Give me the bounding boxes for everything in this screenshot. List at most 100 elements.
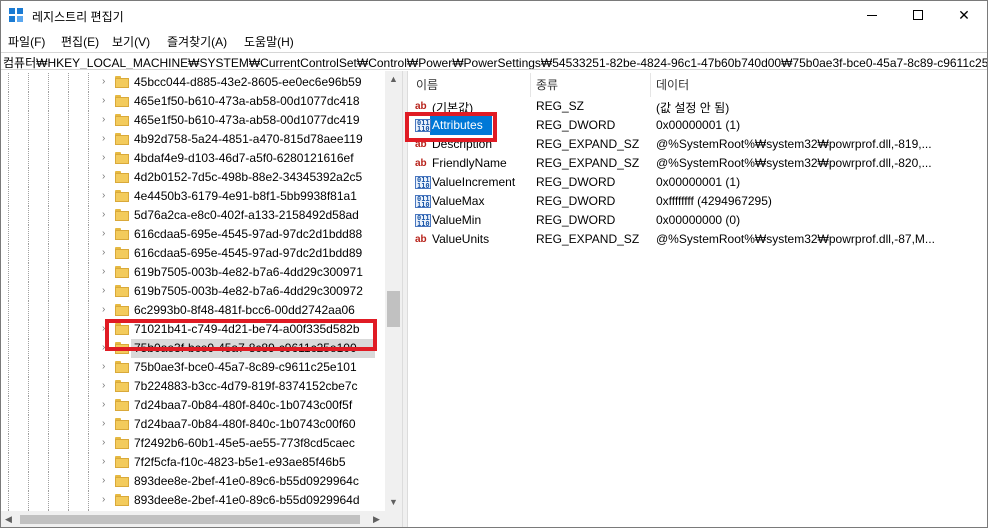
column-header-type[interactable]: 종류 [536, 76, 558, 93]
tree-item[interactable]: › 7f2f5cfa-f10c-4823-b5e1-e93ae85f46b5 [0, 453, 385, 472]
tree-item-label: 7b224883-b3cc-4d79-819f-8374152cbe7c [134, 379, 358, 393]
tree-item[interactable]: › 7f2492b6-60b1-45e5-ae55-773f8cd5caec [0, 434, 385, 453]
value-type: REG_DWORD [536, 175, 616, 189]
tree-item[interactable]: › 4bdaf4e9-d103-46d7-a5f0-6280121616ef [0, 149, 385, 168]
tree-guide-line [68, 282, 69, 301]
tree-vertical-scrollbar[interactable]: ▲ ▼ [385, 71, 402, 511]
tree-item[interactable]: › 465e1f50-b610-473a-ab58-00d1077dc418 [0, 92, 385, 111]
address-bar[interactable]: 컴퓨터₩HKEY_LOCAL_MACHINE₩SYSTEM₩CurrentCon… [0, 52, 988, 70]
menu-file[interactable]: 파일(F) [8, 33, 45, 50]
tree-item[interactable]: › 465e1f50-b610-473a-ab58-00d1077dc419 [0, 111, 385, 130]
maximize-button[interactable] [895, 0, 941, 30]
tree-item[interactable]: › 7d24baa7-0b84-480f-840c-1b0743c00f60 [0, 415, 385, 434]
tree-guide-line [48, 244, 49, 263]
tree-item[interactable]: › 4b92d758-5a24-4851-a470-815d78aee119 [0, 130, 385, 149]
chevron-right-icon[interactable]: › [102, 305, 110, 315]
tree-guide-line [88, 263, 89, 282]
chevron-right-icon[interactable]: › [102, 77, 110, 87]
value-row[interactable]: ab ValueUnits REG_EXPAND_SZ @%SystemRoot%₩s… [408, 230, 988, 249]
chevron-right-icon[interactable]: › [102, 457, 110, 467]
tree-item[interactable]: › 4d2b0152-7d5c-498b-88e2-34345392a2c5 [0, 168, 385, 187]
menu-view[interactable]: 보기(V) [112, 33, 150, 50]
menu-help[interactable]: 도움말(H) [244, 33, 294, 50]
tree-item[interactable]: › 616cdaa5-695e-4545-97ad-97dc2d1bdd89 [0, 244, 385, 263]
key-tree-pane[interactable]: › 45bcc044-d885-43e2-8605-ee0ec6e96b59 › 46… [0, 71, 402, 511]
tree-item[interactable]: › 7d24baa7-0b84-480f-840c-1b0743c00f5f [0, 396, 385, 415]
column-header-data[interactable]: 데이터 [656, 76, 689, 93]
scroll-up-icon[interactable]: ▲ [385, 71, 402, 88]
chevron-right-icon[interactable]: › [102, 286, 110, 296]
chevron-right-icon[interactable]: › [102, 229, 110, 239]
chevron-right-icon[interactable]: › [102, 96, 110, 106]
chevron-right-icon[interactable]: › [102, 191, 110, 201]
chevron-right-icon[interactable]: › [102, 248, 110, 258]
tree-item[interactable]: › 619b7505-003b-4e82-b7a6-4dd29c300972 [0, 282, 385, 301]
column-header-name[interactable]: 이름 [416, 76, 438, 93]
chevron-right-icon[interactable]: › [102, 495, 110, 505]
tree-guide-line [88, 73, 89, 92]
tree-item[interactable]: › 45bcc044-d885-43e2-8605-ee0ec6e96b59 [0, 73, 385, 92]
menu-edit[interactable]: 편집(E) [61, 33, 99, 50]
tree-item[interactable]: › 616cdaa5-695e-4545-97ad-97dc2d1bdd88 [0, 225, 385, 244]
address-path[interactable]: 컴퓨터₩HKEY_LOCAL_MACHINE₩SYSTEM₩CurrentCon… [3, 54, 988, 69]
tree-guide-line [28, 339, 29, 358]
chevron-right-icon[interactable]: › [102, 476, 110, 486]
tree-guide-line [68, 244, 69, 263]
scroll-left-icon[interactable]: ◀ [0, 511, 17, 528]
menu-favorites[interactable]: 즐겨찾기(A) [167, 33, 227, 50]
chevron-right-icon[interactable]: › [102, 381, 110, 391]
value-row[interactable]: 011 110 ValueMax REG_DWORD 0xffffffff (42949… [408, 192, 988, 211]
chevron-right-icon[interactable]: › [102, 172, 110, 182]
tree-guide-line [48, 415, 49, 434]
chevron-right-icon[interactable]: › [102, 134, 110, 144]
tree-item[interactable]: › 619b7505-003b-4e82-b7a6-4dd29c300971 [0, 263, 385, 282]
tree-guide-line [88, 149, 89, 168]
chevron-right-icon[interactable]: › [102, 400, 110, 410]
close-button[interactable]: ✕ [941, 0, 987, 30]
tree-item[interactable]: › 7b224883-b3cc-4d79-819f-8374152cbe7c [0, 377, 385, 396]
tree-item-label: 4e4450b3-6179-4e91-b8f1-5bb9938f81a1 [134, 189, 357, 203]
chevron-right-icon[interactable]: › [102, 115, 110, 125]
tree-guide-line [48, 453, 49, 472]
minimize-button[interactable] [849, 0, 895, 30]
folder-icon [115, 266, 129, 278]
tree-guide-line [8, 282, 9, 301]
tree-guide-line [88, 282, 89, 301]
chevron-right-icon[interactable]: › [102, 362, 110, 372]
tree-guide-line [28, 377, 29, 396]
folder-icon [115, 171, 129, 183]
column-divider[interactable] [530, 73, 531, 97]
scroll-down-icon[interactable]: ▼ [385, 494, 402, 511]
tree-guide-line [88, 225, 89, 244]
value-row[interactable]: ab FriendlyName REG_EXPAND_SZ @%SystemRoot%… [408, 154, 988, 173]
tree-guide-line [8, 168, 9, 187]
chevron-right-icon[interactable]: › [102, 210, 110, 220]
tree-item[interactable]: › 893dee8e-2bef-41e0-89c6-b55d0929964d [0, 491, 385, 510]
tree-hscroll-thumb[interactable] [20, 515, 360, 524]
column-divider[interactable] [650, 73, 651, 97]
tree-guide-line [88, 415, 89, 434]
folder-icon [115, 475, 129, 487]
tree-item[interactable]: › 75b0ae3f-bce0-45a7-8c89-c9611c25e101 [0, 358, 385, 377]
tree-item-label: 893dee8e-2bef-41e0-89c6-b55d0929964c [134, 474, 359, 488]
tree-guide-line [8, 244, 9, 263]
tree-item-label: 7d24baa7-0b84-480f-840c-1b0743c00f60 [134, 417, 356, 431]
chevron-right-icon[interactable]: › [102, 419, 110, 429]
scroll-right-icon[interactable]: ▶ [368, 511, 385, 528]
chevron-right-icon[interactable]: › [102, 153, 110, 163]
tree-item[interactable]: › 6c2993b0-8f48-481f-bcc6-00dd2742aa06 [0, 301, 385, 320]
tree-guide-line [28, 301, 29, 320]
chevron-right-icon[interactable]: › [102, 438, 110, 448]
tree-item[interactable]: › 5d76a2ca-e8c0-402f-a133-2158492d58ad [0, 206, 385, 225]
chevron-right-icon[interactable]: › [102, 267, 110, 277]
tree-horizontal-scrollbar[interactable]: ◀ ▶ [0, 511, 402, 528]
tree-item[interactable]: › 4e4450b3-6179-4e91-b8f1-5bb9938f81a1 [0, 187, 385, 206]
tree-guide-line [28, 92, 29, 111]
tree-item[interactable]: › 893dee8e-2bef-41e0-89c6-b55d0929964c [0, 472, 385, 491]
value-row[interactable]: 011 110 ValueMin REG_DWORD 0x00000000 (0) [408, 211, 988, 230]
tree-scroll-thumb[interactable] [387, 291, 400, 327]
value-type: REG_DWORD [536, 194, 616, 208]
value-row[interactable]: 011 110 ValueIncrement REG_DWORD 0x00000001 … [408, 173, 988, 192]
tree-guide-line [8, 472, 9, 491]
tree-guide-line [88, 206, 89, 225]
